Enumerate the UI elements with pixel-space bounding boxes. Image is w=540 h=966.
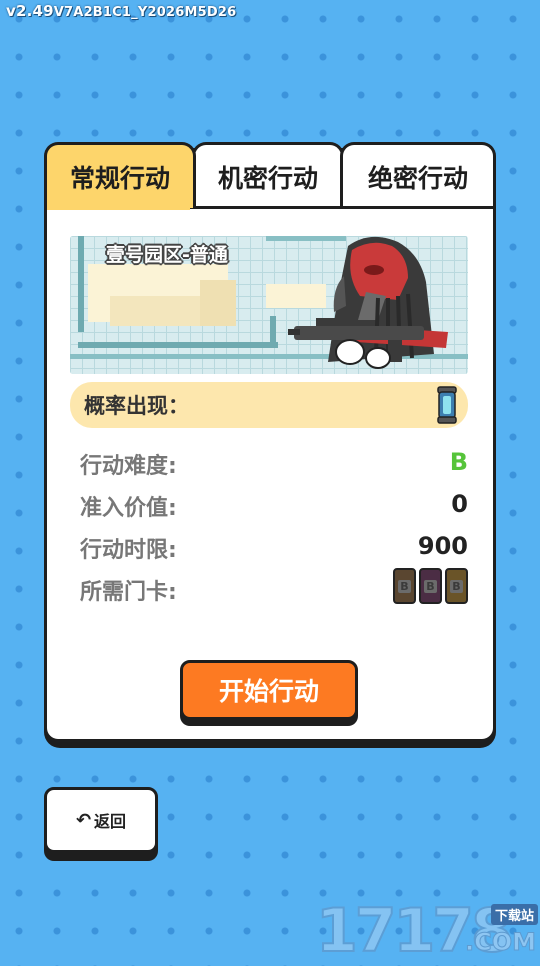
stat-label: 准入价值: [80,496,177,521]
site-watermark: 17178 下载站 .COM [315,895,540,966]
back-button-wrap: ↶ 返回 [44,787,158,861]
watermark-suffix: .COM [464,928,536,957]
stat-row-keycards: 所需门卡: B B B [80,568,468,614]
back-label: 返回 [94,812,127,831]
map-wall [78,342,278,348]
keycard-list: B B B [393,568,468,604]
mission-panel: 机密行动 绝密行动 常规行动 壹号园区-普通 概率出现： 行动难度: B 准入价… [44,142,496,748]
keycard-icon[interactable]: B [445,568,468,604]
stat-label: 所需门卡: [80,580,177,605]
entry-value: 0 [451,490,468,518]
keycard-icon[interactable]: B [393,568,416,604]
stat-row-entry-value: 准入价值: 0 [80,490,468,530]
map-banner: 壹号园区-普通 [70,236,468,374]
undo-arrow-icon: ↶ [75,809,92,831]
keycard-grade: B [450,579,463,593]
keycard-icon[interactable]: B [419,568,442,604]
stat-row-difficulty: 行动难度: B [80,448,468,488]
map-room [200,280,236,326]
version-major: v2.49 [6,2,54,20]
stat-label: 行动难度: [80,454,177,479]
difficulty-value: B [449,448,468,476]
keycard-grade: B [398,579,411,593]
probability-label: 概率出现： [84,394,189,418]
stat-label: 行动时限: [80,538,177,563]
back-button[interactable]: ↶ 返回 [44,787,158,853]
capsule-item-icon[interactable] [434,385,460,425]
map-wall [270,316,276,348]
map-title: 壹号园区-普通 [106,244,228,266]
start-button-wrap: 开始行动 [180,660,358,726]
start-mission-button[interactable]: 开始行动 [180,660,358,720]
keycard-grade: B [424,579,437,593]
stat-row-time-limit: 行动时限: 900 [80,532,468,572]
version-label: v2.49V7A2B1C1_Y2026M5D26 [6,2,236,20]
version-build: V7A2B1C1_Y2026M5D26 [53,5,237,20]
probability-bar: 概率出现： [70,382,468,428]
map-wall [78,236,84,332]
time-limit-value: 900 [417,532,468,560]
predator-character-icon [288,236,448,369]
watermark-tag: 下载站 [490,904,538,925]
